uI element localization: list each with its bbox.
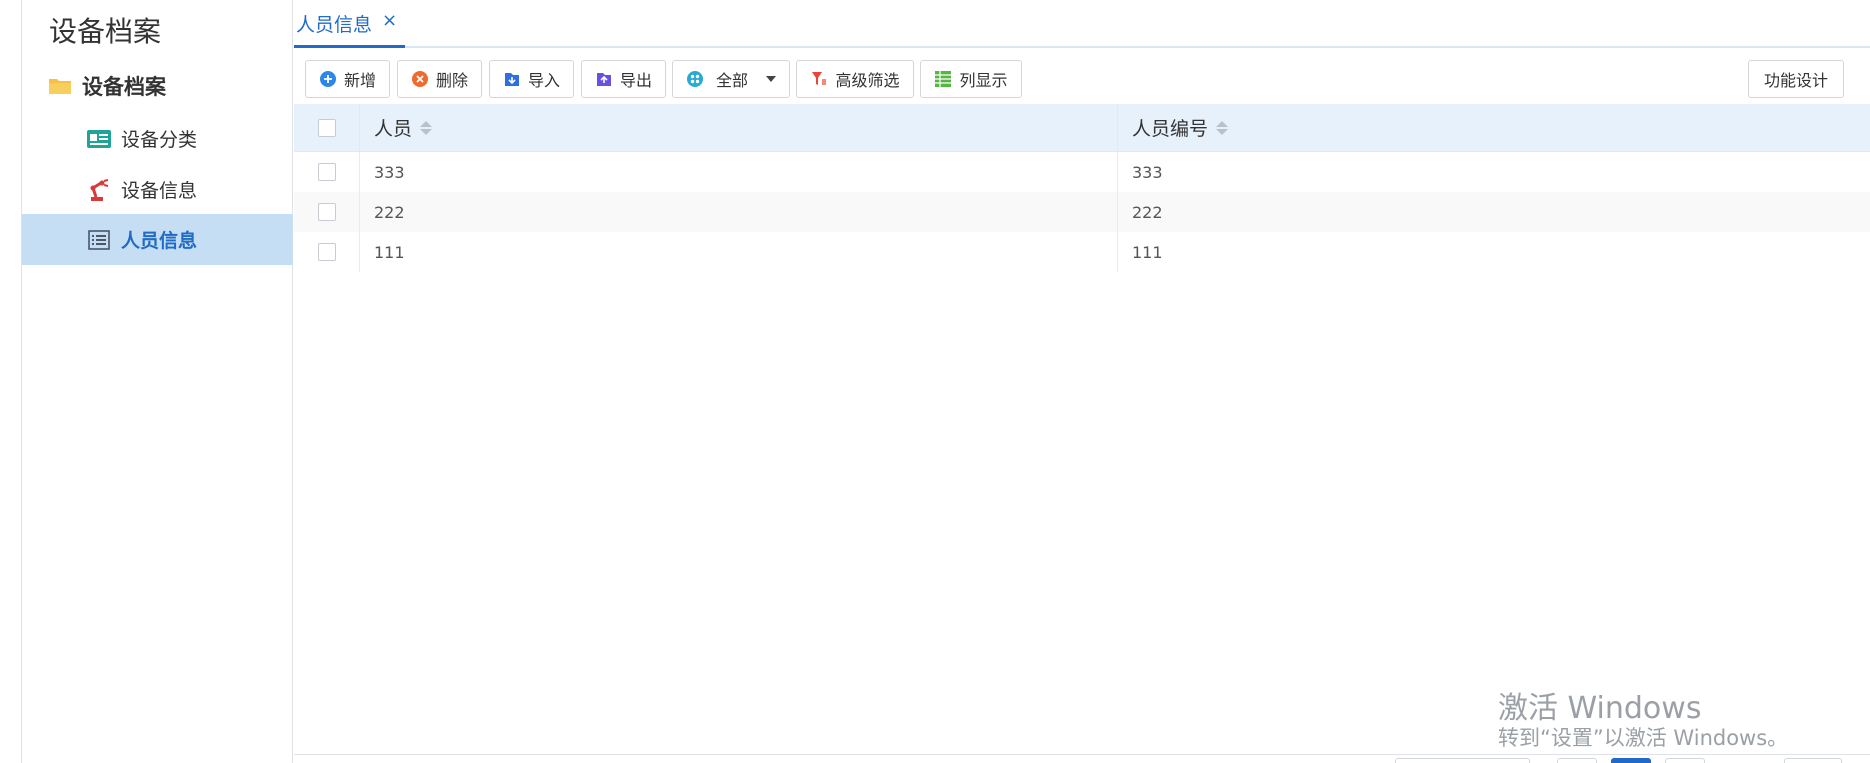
cell-person: 222 [360, 192, 1118, 232]
advanced-filter-label: 高级筛选 [835, 71, 900, 90]
sidebar-item-label: 设备信息 [121, 180, 198, 202]
windows-activation-watermark-subtitle: 转到“设置”以激活 Windows。 [1498, 726, 1789, 750]
add-button-label: 新增 [343, 71, 376, 90]
delete-button-label: 删除 [435, 71, 468, 90]
table-row[interactable]: 222 222 [294, 192, 1870, 232]
column-header-label: 人员 [374, 118, 413, 140]
advanced-filter-button[interactable]: 高级筛选 [796, 60, 914, 98]
cell-person-code: 222 [1132, 202, 1163, 222]
row-checkbox[interactable] [317, 163, 336, 181]
table-row[interactable]: 111 111 [294, 232, 1870, 272]
row-select-cell [294, 152, 360, 192]
column-display-label: 列显示 [959, 71, 1008, 90]
sort-icon[interactable] [420, 120, 433, 135]
cell-person-code: 111 [1132, 242, 1163, 262]
sort-icon[interactable] [1216, 120, 1229, 135]
toolbar: 新增 删除 导入 导出 全部 高级筛选 列显示 功能设计 [305, 60, 1844, 98]
id-card-icon [87, 127, 111, 151]
import-file-icon [503, 70, 521, 88]
table-row[interactable]: 333 333 [294, 152, 1870, 192]
list-icon [87, 228, 111, 252]
left-gutter [0, 0, 22, 763]
robot-arm-icon [87, 178, 111, 202]
grid-dots-icon [686, 70, 704, 88]
windows-activation-watermark-title: 激活 Windows [1498, 691, 1702, 726]
sidebar-item-label: 人员信息 [121, 230, 198, 252]
column-header-person-code[interactable]: 人员编号 [1118, 104, 1229, 151]
export-button[interactable]: 导出 [581, 60, 666, 98]
import-button[interactable]: 导入 [489, 60, 574, 98]
scope-dropdown[interactable]: 全部 [672, 60, 790, 98]
select-all-checkbox[interactable] [317, 118, 336, 137]
pager-current-page[interactable] [1611, 758, 1651, 763]
cell-person-code: 333 [1132, 162, 1163, 182]
delete-button[interactable]: 删除 [397, 60, 482, 98]
grid-body: 333 333 222 222 111 111 [294, 152, 1870, 272]
row-select-cell [294, 192, 360, 232]
cell-person: 333 [360, 152, 1118, 192]
caret-down-icon [766, 76, 776, 82]
row-checkbox[interactable] [317, 203, 336, 221]
grid-footer-divider [294, 754, 1870, 755]
add-button[interactable]: 新增 [305, 60, 390, 98]
pager-size-select[interactable] [1395, 758, 1530, 763]
pager-next-button[interactable] [1665, 758, 1705, 763]
folder-icon [48, 74, 72, 98]
sidebar-item-personnel-info[interactable]: 人员信息 [22, 214, 293, 265]
pager-jump-input[interactable] [1784, 758, 1842, 763]
sidebar: 设备档案 设备档案 设备分类 设备信息 人员信息 [22, 0, 293, 763]
row-select-cell [294, 232, 360, 272]
function-design-label: 功能设计 [1763, 71, 1828, 90]
function-design-button[interactable]: 功能设计 [1748, 60, 1844, 98]
sidebar-title: 设备档案 [49, 15, 162, 48]
x-circle-icon [411, 70, 429, 88]
select-all-cell [294, 104, 360, 151]
sidebar-item-equipment-category[interactable]: 设备分类 [22, 113, 293, 164]
table-columns-icon [934, 70, 952, 88]
column-header-person[interactable]: 人员 [360, 104, 1118, 151]
export-button-label: 导出 [619, 71, 652, 90]
import-button-label: 导入 [527, 71, 560, 90]
tab-personnel-info[interactable]: 人员信息 × [294, 0, 406, 48]
tree-root-equipment-archive[interactable]: 设备档案 [48, 71, 166, 101]
plus-circle-icon [319, 70, 337, 88]
column-header-label: 人员编号 [1132, 118, 1209, 140]
column-display-button[interactable]: 列显示 [920, 60, 1022, 98]
close-icon[interactable]: × [382, 10, 397, 31]
scope-dropdown-label: 全部 [715, 71, 748, 90]
pager-prev-button[interactable] [1557, 758, 1597, 763]
cell-person: 111 [360, 232, 1118, 272]
sidebar-item-equipment-info[interactable]: 设备信息 [22, 164, 293, 215]
export-file-icon [595, 70, 613, 88]
tree-root-label: 设备档案 [82, 75, 166, 99]
row-checkbox[interactable] [317, 243, 336, 261]
tab-label: 人员信息 [296, 14, 373, 36]
data-grid: 人员 人员编号 333 333 222 222 111 111 [294, 104, 1870, 272]
tab-bar: 人员信息 × [294, 0, 1870, 48]
filter-icon [810, 70, 828, 88]
grid-header: 人员 人员编号 [294, 104, 1870, 152]
sidebar-item-label: 设备分类 [121, 129, 198, 151]
